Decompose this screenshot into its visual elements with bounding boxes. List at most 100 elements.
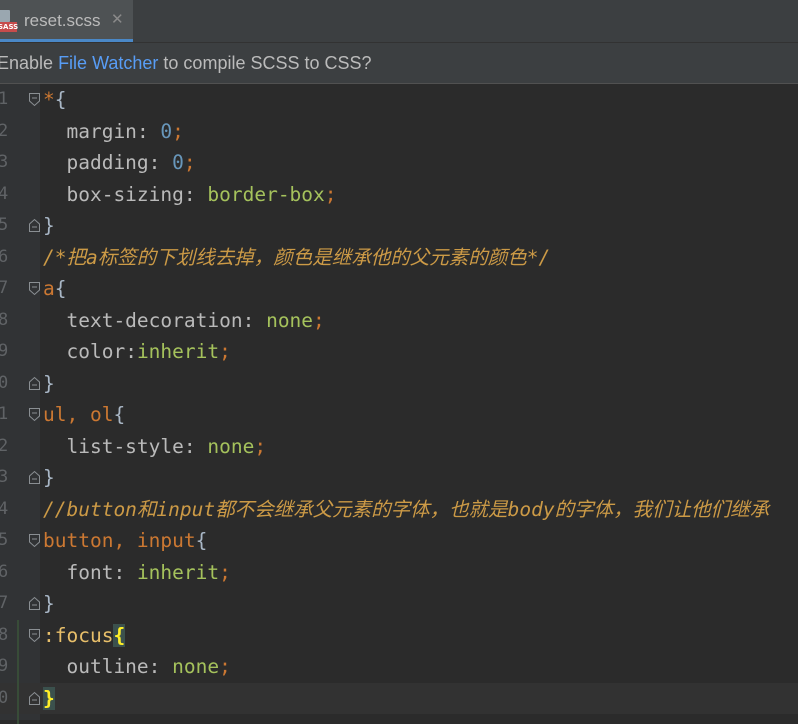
code-line: 0}	[0, 683, 798, 715]
code-line: 4 //button和input都不会继承父元素的字体，也就是body的字体，我们…	[0, 494, 798, 526]
code-text: *{	[43, 84, 67, 116]
notification-suffix: to compile SCSS to CSS?	[158, 53, 371, 73]
css-property: text-decoration	[66, 309, 242, 332]
code-line: 9 color:inherit;	[0, 336, 798, 368]
code-text: ul, ol{	[43, 399, 125, 431]
semicolon: ;	[313, 309, 325, 332]
code-line: 2 margin: 0;	[0, 116, 798, 148]
css-property: box-sizing	[66, 183, 183, 206]
css-property: outline	[66, 655, 148, 678]
line-number: 3	[0, 462, 12, 494]
line-number: 4	[0, 494, 12, 526]
notification-text: Enable File Watcher to compile SCSS to C…	[0, 43, 372, 83]
fold-end-icon[interactable]	[28, 691, 41, 706]
code-text: a{	[43, 273, 67, 305]
open-brace: {	[55, 88, 67, 111]
code-line: 7 a{	[0, 273, 798, 305]
css-value: 0	[160, 120, 172, 143]
code-text: /*把a标签的下划线去掉，颜色是继承他的父元素的颜色*/	[43, 242, 550, 274]
fold-end-icon[interactable]	[28, 376, 41, 391]
css-selector: button, input	[43, 529, 196, 552]
code-text: outline: none;	[43, 651, 231, 683]
css-value: inherit	[137, 561, 219, 584]
css-separator: :	[113, 561, 136, 584]
line-number: 7	[0, 273, 12, 305]
line-number: 4	[0, 179, 12, 211]
semicolon: ;	[219, 561, 231, 584]
code-text: padding: 0;	[43, 147, 196, 179]
code-line: 2 list-style: none;	[0, 431, 798, 463]
code-line: 8 :focus{	[0, 620, 798, 652]
fold-end-icon[interactable]	[28, 218, 41, 233]
fold-collapse-icon[interactable]	[28, 628, 41, 643]
css-separator: :	[137, 120, 160, 143]
sass-badge: SASS	[0, 22, 17, 32]
tab-reset-scss[interactable]: SASS reset.scss ✕	[0, 0, 133, 42]
line-number: 7	[0, 588, 12, 620]
sass-file-icon: SASS	[0, 10, 17, 32]
css-property: font	[66, 561, 113, 584]
css-value: none	[207, 435, 254, 458]
fold-collapse-icon[interactable]	[28, 407, 41, 422]
line-number: 2	[0, 116, 12, 148]
css-value: none	[266, 309, 313, 332]
editor-tab-bar: SASS reset.scss ✕	[0, 0, 798, 43]
css-separator: :	[184, 183, 207, 206]
css-separator: :	[243, 309, 266, 332]
close-brace: }	[43, 372, 55, 395]
css-separator: :	[125, 340, 137, 363]
semicolon: ;	[184, 151, 196, 174]
css-selector: :focus	[43, 624, 113, 647]
code-line: 9 outline: none;	[0, 651, 798, 683]
line-number: 5	[0, 210, 12, 242]
code-editor[interactable]: 1*{2 margin: 0;3 padding: 0;4 box-sizing…	[0, 84, 798, 720]
code-text: //button和input都不会继承父元素的字体，也就是body的字体，我们让…	[43, 494, 769, 526]
fold-end-icon[interactable]	[28, 470, 41, 485]
css-property: padding	[66, 151, 148, 174]
code-line: 5 button, input{	[0, 525, 798, 557]
semicolon: ;	[219, 340, 231, 363]
fold-collapse-icon[interactable]	[28, 533, 41, 548]
css-value: inherit	[137, 340, 219, 363]
line-number: 5	[0, 525, 12, 557]
close-icon[interactable]: ✕	[111, 10, 124, 28]
line-number: 0	[0, 368, 12, 400]
line-number: 0	[0, 683, 12, 715]
code-line: 6 font: inherit;	[0, 557, 798, 589]
line-number: 8	[0, 620, 12, 652]
open-brace: {	[113, 624, 125, 647]
fold-end-icon[interactable]	[28, 596, 41, 611]
close-brace: }	[43, 592, 55, 615]
semicolon: ;	[325, 183, 337, 206]
code-text: box-sizing: border-box;	[43, 179, 337, 211]
code-line: 3}	[0, 462, 798, 494]
line-number: 1	[0, 399, 12, 431]
fold-collapse-icon[interactable]	[28, 281, 41, 296]
open-brace: {	[196, 529, 208, 552]
code-text: }	[43, 368, 55, 400]
css-separator: :	[149, 655, 172, 678]
code-text: }	[43, 588, 55, 620]
css-separator: :	[184, 435, 207, 458]
close-brace: }	[43, 687, 55, 710]
code-line: 7}	[0, 588, 798, 620]
code-text: text-decoration: none;	[43, 305, 325, 337]
css-property: margin	[66, 120, 136, 143]
css-selector: a	[43, 277, 55, 300]
css-value: none	[172, 655, 219, 678]
code-line: 1 *{	[0, 84, 798, 116]
code-text: color:inherit;	[43, 336, 231, 368]
css-value: 0	[172, 151, 184, 174]
tab-filename: reset.scss	[24, 11, 101, 31]
css-property: list-style	[66, 435, 183, 458]
code-comment: //button和input都不会继承父元素的字体，也就是body的字体，我们让…	[43, 498, 769, 521]
file-watcher-link[interactable]: File Watcher	[58, 53, 158, 73]
semicolon: ;	[219, 655, 231, 678]
code-line: 4 box-sizing: border-box;	[0, 179, 798, 211]
fold-collapse-icon[interactable]	[28, 92, 41, 107]
open-brace: {	[113, 403, 125, 426]
line-number: 8	[0, 305, 12, 337]
code-comment: /*把a标签的下划线去掉，颜色是继承他的父元素的颜色*/	[43, 246, 550, 269]
line-number: 2	[0, 431, 12, 463]
line-number: 1	[0, 84, 12, 116]
